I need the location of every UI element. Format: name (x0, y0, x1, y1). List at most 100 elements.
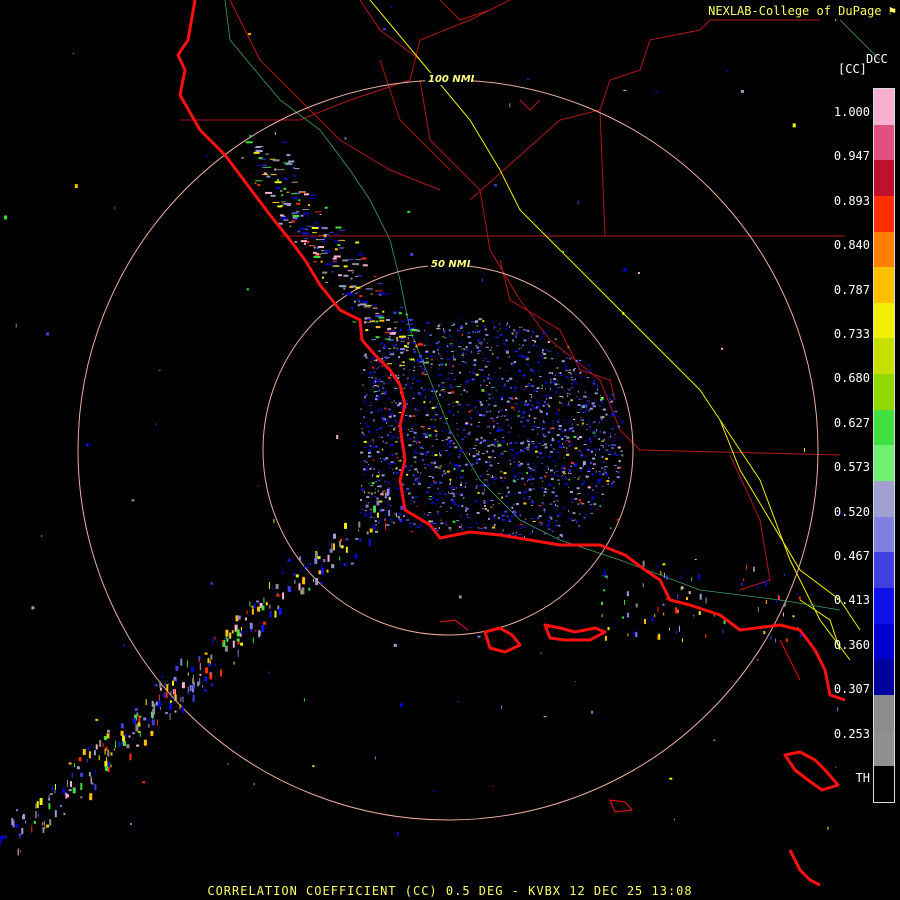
echo-gate (579, 436, 583, 439)
echo-gate (199, 677, 201, 685)
echo-gate (570, 465, 573, 467)
echo-gate (129, 753, 132, 761)
echo-gate (393, 414, 396, 417)
echo-gate (558, 482, 560, 485)
echo-gate (187, 686, 189, 693)
echo-gate (93, 750, 96, 756)
echo-gate (473, 347, 475, 349)
echo-gate (412, 449, 414, 451)
echo-gate (204, 676, 208, 682)
echo-gate (246, 610, 248, 615)
echo-gate (375, 429, 378, 431)
echo-gate (427, 322, 430, 325)
echo-gate (560, 402, 564, 404)
echo-gate (70, 781, 72, 788)
echo-gate (541, 487, 544, 490)
echo-gate (431, 367, 433, 369)
colorbar-tick-label: 1.000 (833, 105, 870, 119)
echo-gate (105, 766, 108, 771)
echo-gate (581, 503, 585, 505)
echo-gate (446, 510, 448, 512)
echo-gate (588, 466, 590, 468)
echo-gate (585, 429, 588, 430)
echo-gate (399, 364, 405, 366)
echo-gate (590, 461, 592, 464)
echo-gate (433, 523, 437, 524)
echo-gate (519, 523, 523, 525)
echo-gate (464, 509, 467, 512)
echo-gate (426, 374, 428, 375)
echo-gate (268, 671, 270, 674)
echo-gate (434, 430, 438, 432)
echo-gate (257, 485, 259, 487)
echo-gate (522, 329, 526, 331)
echo-gate (578, 438, 580, 441)
echo-gate (595, 454, 596, 457)
echo-gate (442, 474, 444, 477)
echo-gate (430, 484, 434, 487)
echo-gate (549, 528, 552, 530)
echo-gate (569, 491, 573, 493)
echo-gate (270, 194, 276, 197)
echo-gate (362, 264, 368, 267)
echo-gate (361, 428, 363, 430)
echo-gate (180, 696, 182, 702)
echo-gate (555, 412, 559, 415)
echo-gate (445, 363, 447, 366)
echo-gate (478, 458, 481, 461)
echo-gate (431, 454, 433, 456)
echo-gate (443, 332, 446, 334)
echo-gate (589, 407, 593, 410)
echo-gate (481, 453, 485, 455)
echo-gate (543, 435, 545, 438)
echo-gate (18, 833, 22, 836)
echo-gate (563, 507, 565, 509)
echo-gate (460, 348, 462, 350)
echo-gate (478, 342, 482, 344)
echo-gate (586, 423, 588, 425)
echo-gate (406, 349, 408, 352)
echo-gate (437, 349, 439, 351)
echo-gate (486, 484, 490, 487)
echo-gate (388, 497, 391, 501)
echo-gate (425, 454, 427, 456)
echo-gate (579, 359, 581, 361)
echo-gate (447, 443, 448, 446)
echo-gate (391, 454, 394, 457)
echo-gate (529, 468, 533, 470)
echo-gate (560, 374, 564, 376)
echo-gate (613, 480, 615, 483)
echo-gate (286, 154, 291, 157)
echo-gate (474, 441, 477, 443)
echo-gate (583, 419, 585, 421)
echo-gate (498, 455, 500, 458)
echo-gate (442, 430, 445, 432)
echo-gate (454, 379, 457, 380)
echo-gate (425, 341, 427, 343)
echo-gate (546, 397, 548, 400)
echo-gate (375, 312, 380, 314)
echo-gate (603, 589, 606, 592)
echo-gate (512, 469, 514, 472)
echo-gate (402, 338, 406, 340)
echo-gate (518, 534, 522, 535)
echo-gate (574, 519, 576, 521)
echo-gate (283, 187, 287, 190)
echo-gate (506, 486, 509, 489)
echo-gate (48, 795, 50, 802)
echo-gate (433, 460, 436, 462)
echo-gate (253, 151, 260, 154)
echo-gate (212, 636, 214, 644)
echo-gate (545, 487, 547, 490)
echo-gate (387, 363, 392, 365)
echo-gate (379, 378, 381, 381)
echo-gate (540, 652, 542, 654)
echo-gate (538, 443, 541, 444)
echo-gate (487, 509, 489, 512)
echo-gate (576, 363, 578, 366)
echo-gate (370, 508, 372, 510)
echo-gate (562, 396, 564, 399)
echo-gate (514, 458, 517, 460)
echo-gate (607, 453, 611, 455)
echo-gate (42, 822, 44, 826)
